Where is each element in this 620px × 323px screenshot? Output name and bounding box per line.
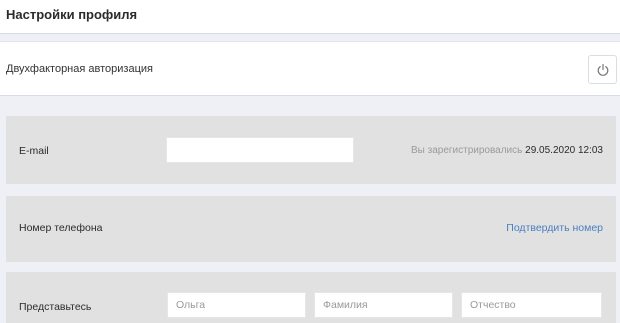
registration-prefix: Вы зарегистрировались <box>410 145 523 156</box>
email-row: E-mail Вы зарегистрировались 29.05.2020 … <box>6 116 616 184</box>
phone-label: Номер телефона <box>19 222 103 234</box>
page-title: Настройки профиля <box>6 7 138 22</box>
power-icon <box>597 63 608 76</box>
name-label: Представьтесь <box>19 301 92 313</box>
email-input[interactable] <box>166 137 354 163</box>
page-header: Настройки профиля <box>0 0 620 34</box>
two-factor-card: Двухфакторная авторизация <box>0 41 620 96</box>
patronymic-input[interactable] <box>461 292 602 318</box>
name-row: Представьтесь <box>6 272 616 323</box>
email-label: E-mail <box>19 145 49 157</box>
confirm-phone-link[interactable]: Подтвердить номер <box>506 222 603 234</box>
first-name-input[interactable] <box>167 292 306 318</box>
phone-row: Номер телефона Подтвердить номер <box>6 196 616 262</box>
registration-info: Вы зарегистрировались 29.05.2020 12:03 <box>411 145 603 156</box>
two-factor-toggle-button[interactable] <box>588 55 617 84</box>
two-factor-label: Двухфакторная авторизация <box>6 63 153 75</box>
last-name-input[interactable] <box>314 292 453 318</box>
registration-date: 29.05.2020 12:03 <box>525 145 603 156</box>
